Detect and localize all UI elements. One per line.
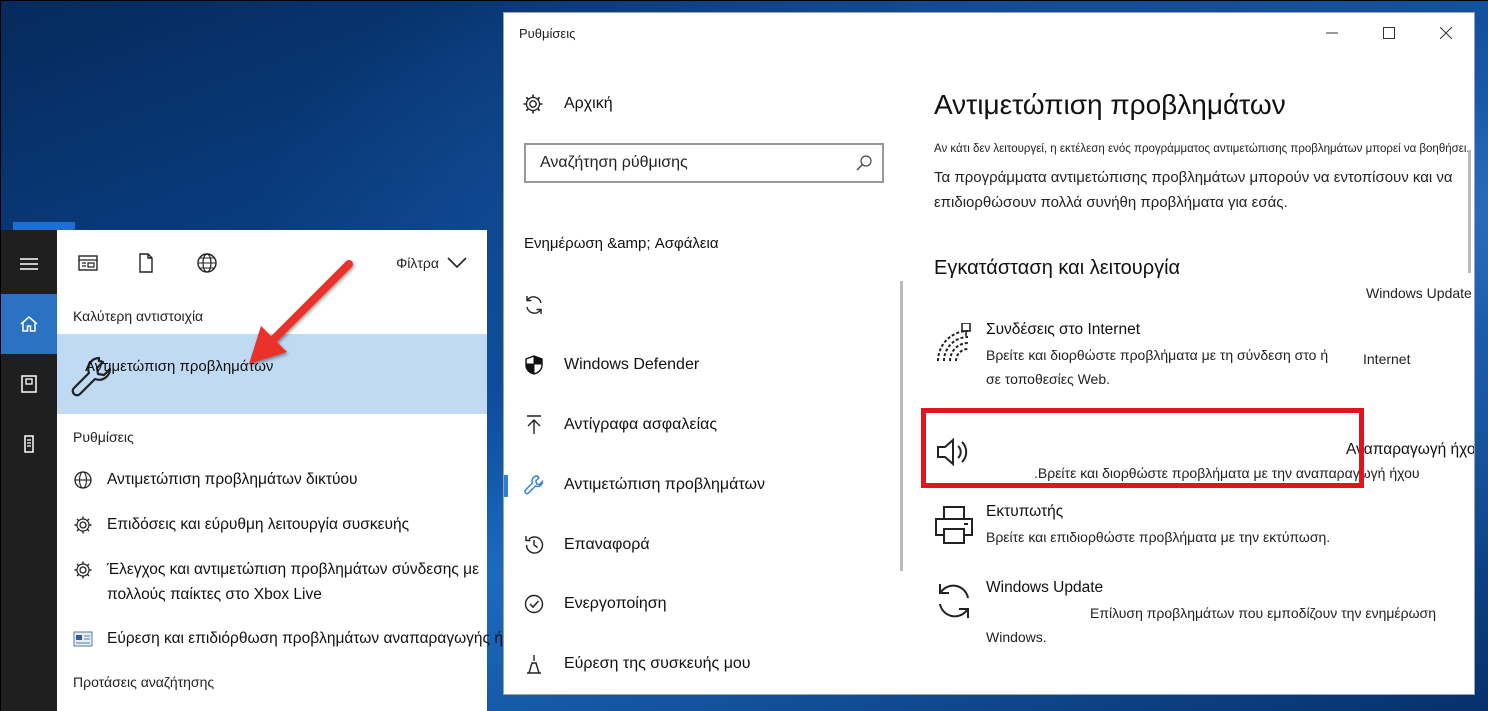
gear-icon	[73, 560, 93, 580]
settings-search-input[interactable]: Αναζήτηση ρύθμισης	[524, 143, 884, 183]
control-panel-icon	[73, 629, 93, 649]
network-signal-icon	[934, 322, 974, 363]
nav-item-label: Windows Defender	[564, 356, 700, 373]
nav-home-link[interactable]: Αρχική	[522, 93, 613, 115]
nav-item-recovery[interactable]: Επαναφορά	[504, 525, 904, 565]
documents-filter-button[interactable]	[135, 252, 157, 274]
hamburger-icon	[20, 258, 38, 270]
nav-item-backup[interactable]: Αντίγραφα ασφαλείας	[504, 405, 904, 445]
nav-item-label: Επαναφορά	[564, 536, 650, 553]
globe-icon	[73, 470, 93, 490]
search-icon	[856, 155, 872, 171]
nav-item-find-device[interactable]: Εύρεση της συσκευής μου	[504, 644, 904, 684]
troubleshooter-description-2: σε τοποθεσίες Web.	[986, 371, 1111, 387]
minimize-icon	[1325, 32, 1338, 34]
notebook-icon	[21, 375, 37, 393]
nav-home-label: Αρχική	[564, 95, 613, 112]
device-tower-icon	[24, 435, 34, 453]
web-filter-button[interactable]	[196, 252, 218, 274]
search-result-device-health[interactable]: Επιδόσεις και εύρυθμη λειτουργία συσκευή…	[73, 515, 493, 537]
filters-label: Φίλτρα	[396, 255, 439, 271]
best-match-heading: Καλύτερη αντιστοιχία	[73, 308, 204, 324]
wrench-icon	[523, 474, 545, 496]
troubleshooter-title: Εκτυπωτής	[986, 503, 1064, 520]
windows-update-label: Windows Update	[1366, 285, 1472, 301]
start-rail	[1, 230, 57, 711]
search-result-label: Εύρεση και επιδιόρθωση προβλημάτων αναπα…	[107, 630, 528, 647]
sync-icon	[934, 581, 974, 621]
shield-icon	[523, 354, 545, 376]
nav-item-troubleshoot[interactable]: Αντιμετώπιση προβλημάτων	[504, 465, 904, 505]
check-circle-icon	[523, 593, 545, 615]
close-icon	[1439, 27, 1452, 39]
search-placeholder: Αναζήτηση ρύθμισης	[540, 154, 688, 171]
nav-section-heading: Ενημέρωση &amp; Ασφάλεια	[524, 235, 719, 252]
nav-item-label: Εύρεση της συσκευής μου	[564, 655, 751, 672]
maximize-button[interactable]	[1360, 13, 1417, 53]
nav-item-label: Αντιμετώπιση προβλημάτων	[564, 476, 765, 493]
settings-window: Ρυθμίσεις Αρχική Αναζήτηση ρύθμισης Ενημ…	[504, 13, 1474, 694]
close-button[interactable]	[1417, 13, 1474, 53]
history-icon	[523, 534, 545, 556]
troubleshooter-description: Βρείτε και επιδιορθώστε προβλήματα με τη…	[986, 529, 1331, 545]
apps-filter-button[interactable]	[77, 252, 99, 274]
intro-description: Τα προγράμματα αντιμετώπισης προβλημάτων…	[934, 169, 1453, 211]
title-bar: Ρυθμίσεις	[504, 13, 1474, 53]
filters-dropdown[interactable]: Φίλτρα	[396, 255, 467, 271]
search-suggestions-heading: Προτάσεις αναζήτησης	[73, 674, 215, 690]
location-icon	[523, 653, 545, 675]
nav-item-label: Αντίγραφα ασφαλείας	[564, 416, 718, 433]
window-title: Ρυθμίσεις	[519, 26, 576, 41]
search-result-network[interactable]: Αντιμετώπιση προβλημάτων δικτύου	[73, 470, 493, 492]
chevron-down-icon	[447, 257, 467, 269]
internet-word: Internet	[1363, 351, 1411, 367]
audio-troubleshooter-title: Αναπαραγωγή ήχου	[1346, 441, 1474, 458]
rail-home-button[interactable]	[1, 294, 57, 354]
sync-icon	[523, 294, 545, 316]
intro-note: Αν κάτι δεν λειτουργεί, η εκτέλεση ενός …	[934, 143, 1470, 155]
settings-nav: Αρχική Αναζήτηση ρύθμισης Ενημέρωση &amp…	[504, 53, 904, 694]
nav-item-windows-update[interactable]	[504, 285, 904, 325]
globe-icon	[197, 253, 217, 273]
gear-icon	[73, 515, 93, 535]
home-icon	[20, 316, 38, 332]
rail-notebook-button[interactable]	[1, 354, 57, 414]
settings-content: Αντιμετώπιση προβλημάτων Αν κάτι δεν λει…	[904, 53, 1474, 694]
troubleshooter-description: Βρείτε και διορθώστε προβλήματα με τη σύ…	[986, 347, 1329, 363]
settings-results-heading: Ρυθμίσεις	[73, 429, 134, 445]
minimize-button[interactable]	[1303, 13, 1360, 53]
gear-icon	[523, 94, 543, 114]
search-result-xbox-live[interactable]: Έλεγχος και αντιμετώπιση προβλημάτων σύν…	[73, 560, 493, 607]
search-result-label: Επιδόσεις και εύρυθμη λειτουργία συσκευή…	[107, 516, 410, 533]
windows-update-description-2: Windows.	[986, 629, 1047, 645]
maximize-icon	[1382, 27, 1395, 39]
rail-device-button[interactable]	[1, 414, 57, 474]
windows-update-description: Επίλυση προβλημάτων που εμποδίζουν την ε…	[1090, 605, 1436, 621]
hamburger-menu-button[interactable]	[1, 234, 57, 294]
content-scrollbar[interactable]	[1468, 150, 1471, 273]
search-result-label: Αντιμετώπιση προβλημάτων δικτύου	[107, 471, 358, 488]
nav-item-windows-defender[interactable]: Windows Defender	[504, 345, 904, 385]
nav-item-activation[interactable]: Ενεργοποίηση	[504, 584, 904, 624]
document-icon	[139, 253, 153, 273]
printer-icon	[934, 505, 974, 545]
nav-item-label: Ενεργοποίηση	[564, 595, 667, 612]
upload-arrow-icon	[523, 414, 545, 436]
annotation-arrow	[249, 260, 353, 364]
troubleshooter-title: Συνδέσεις στο Internet	[986, 321, 1141, 338]
app-window-icon	[78, 255, 98, 271]
annotation-highlight-box	[921, 408, 1364, 488]
search-result-label: Έλεγχος και αντιμετώπιση προβλημάτων σύν…	[107, 561, 479, 603]
nav-scrollbar[interactable]	[900, 281, 903, 571]
search-result-audio[interactable]: Εύρεση και επιδιόρθωση προβλημάτων αναπα…	[73, 629, 528, 651]
section-heading: Εγκατάσταση και λειτουργία	[934, 257, 1181, 279]
troubleshooter-title: Windows Update	[986, 579, 1104, 596]
page-title: Αντιμετώπιση προβλημάτων	[934, 89, 1286, 120]
